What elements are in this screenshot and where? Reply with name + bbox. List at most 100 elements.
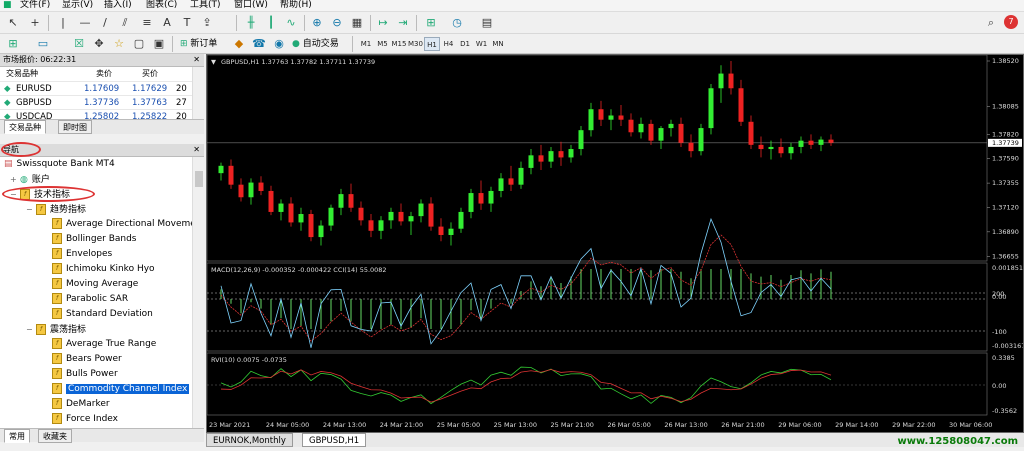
timeframe-h4[interactable]: H4 <box>441 37 457 51</box>
navigator-icon[interactable]: ☆ <box>112 37 126 51</box>
tree-item[interactable]: f Bollinger Bands <box>52 232 137 247</box>
timeframe-m1[interactable]: M1 <box>358 37 374 51</box>
close-icon[interactable]: ✕ <box>193 54 200 66</box>
tree-item[interactable]: f Standard Deviation <box>52 307 153 322</box>
expand-toggle-icon[interactable]: − <box>26 322 34 337</box>
tree-label: Bulls Power <box>66 369 118 379</box>
periods-icon[interactable]: ◷ <box>450 16 464 30</box>
menu-chart[interactable]: 图表(C) <box>146 0 177 11</box>
menu-help[interactable]: 帮助(H) <box>280 0 312 11</box>
tree-item[interactable]: f Parabolic SAR <box>52 292 128 307</box>
symbol-name: EURUSD <box>16 84 52 94</box>
tree-item[interactable]: f Commodity Channel Index <box>52 382 190 397</box>
chart-shift-icon[interactable]: ⇥ <box>396 16 410 30</box>
chart-canvas[interactable]: ▼ GBPUSD,H1 1.37763 1.37782 1.37711 1.377… <box>207 55 1023 432</box>
indicator-icon: f <box>52 308 62 319</box>
timeframe-m5[interactable]: M5 <box>375 37 391 51</box>
fibonacci-icon[interactable]: ≡ <box>140 16 154 30</box>
crosshair-icon[interactable]: + <box>28 16 42 30</box>
close-icon[interactable]: ✕ <box>193 144 200 156</box>
horizontal-line-icon[interactable]: — <box>78 16 92 30</box>
expand-toggle-icon[interactable]: − <box>26 202 34 217</box>
menu-tools[interactable]: 工具(T) <box>190 0 221 11</box>
tree-item[interactable]: f Envelopes <box>52 247 112 262</box>
label-icon[interactable]: T <box>180 16 194 30</box>
indicators-icon[interactable]: ⊞ <box>424 16 438 30</box>
column-header-ask[interactable]: 买价 <box>142 67 158 81</box>
column-header-bid[interactable]: 卖价 <box>96 67 112 81</box>
line-chart-icon[interactable]: ∿ <box>284 16 298 30</box>
vps-icon[interactable]: ◉ <box>272 37 286 51</box>
timeframe-m15[interactable]: M15 <box>391 37 407 51</box>
column-header-symbol[interactable]: 交易品种 <box>6 67 38 81</box>
chat-icon[interactable]: ☎ <box>252 37 266 51</box>
tree-item[interactable]: f Moving Average <box>52 277 138 292</box>
tree-label: Average Directional Movement Index <box>66 219 192 229</box>
tree-item[interactable]: f Ichimoku Kinko Hyo <box>52 262 155 277</box>
tree-item[interactable]: f Bulls Power <box>52 367 118 382</box>
tree-item[interactable]: f Force Index <box>52 412 118 427</box>
candle-body <box>498 178 504 191</box>
data-window-icon[interactable]: ✥ <box>92 37 106 51</box>
tab-symbols[interactable]: 交易品种 <box>4 120 46 134</box>
templates-icon[interactable]: ▤ <box>480 16 494 30</box>
tree-broker[interactable]: ▤ Swissquote Bank MT4 <box>4 157 115 172</box>
market-watch-row[interactable]: ◆ EURUSD 1.17609 1.17629 20 <box>0 81 204 95</box>
tab-common[interactable]: 常用 <box>4 429 30 443</box>
new-chart-icon[interactable]: ⊞ <box>6 37 20 51</box>
scrollbar-thumb[interactable] <box>195 171 203 187</box>
timeframe-m30[interactable]: M30 <box>408 37 424 51</box>
market-watch-row[interactable]: ◆ GBPUSD 1.37736 1.37763 27 <box>0 95 204 109</box>
profiles-icon[interactable]: ▭ <box>36 37 50 51</box>
metaeditor-icon[interactable]: ◆ <box>232 37 246 51</box>
market-watch-scrollbar[interactable] <box>192 67 204 119</box>
tree-oscillator-group[interactable]: − f 震荡指标 <box>26 322 86 337</box>
zoom-out-icon[interactable]: ⊖ <box>330 16 344 30</box>
tree-item[interactable]: f Average Directional Movement Index <box>52 217 192 232</box>
candle-chart-icon[interactable]: ┃ <box>264 16 278 30</box>
notifications-badge[interactable]: 7 <box>1004 15 1018 29</box>
expand-toggle-icon[interactable]: + <box>10 172 18 187</box>
tile-windows-icon[interactable]: ▦ <box>350 16 364 30</box>
tree-item[interactable]: f Bears Power <box>52 352 122 367</box>
timeframe-h1[interactable]: H1 <box>424 37 440 51</box>
tree-label: DeMarker <box>66 399 110 409</box>
zoom-in-icon[interactable]: ⊕ <box>310 16 324 30</box>
chart-tab-eurnok[interactable]: EURNOK,Monthly <box>206 433 293 447</box>
terminal-icon[interactable]: ▢ <box>132 37 146 51</box>
tree-accounts[interactable]: + ◍ 账户 <box>10 172 50 187</box>
arrows-icon[interactable]: ⇪ <box>200 16 214 30</box>
menu-file[interactable]: 文件(F) <box>20 0 50 11</box>
chart-window[interactable]: ▼ GBPUSD,H1 1.37763 1.37782 1.37711 1.377… <box>206 54 1024 433</box>
menu-window[interactable]: 窗口(W) <box>234 0 268 11</box>
market-watch-row[interactable]: ◆ USDCAD 1.25802 1.25822 20 <box>0 109 204 119</box>
navigator-scrollbar[interactable] <box>192 157 204 428</box>
timeframe-mn[interactable]: MN <box>490 37 506 51</box>
channel-icon[interactable]: ⫽ <box>118 16 132 30</box>
tab-favorites[interactable]: 收藏夹 <box>38 429 72 443</box>
timeframe-w1[interactable]: W1 <box>474 37 490 51</box>
new-order-button[interactable]: ⊞ 新订单 <box>180 36 217 52</box>
menu-view[interactable]: 显示(V) <box>62 0 93 11</box>
auto-scroll-icon[interactable]: ↦ <box>376 16 390 30</box>
market-watch-icon[interactable]: ☒ <box>72 37 86 51</box>
time-axis-label: 29 Mar 22:00 <box>892 421 935 429</box>
chart-tab-gbpusd[interactable]: GBPUSD,H1 <box>302 433 367 447</box>
tab-tick-chart[interactable]: 即时图 <box>58 120 92 134</box>
timeframe-d1[interactable]: D1 <box>457 37 473 51</box>
tree-item[interactable]: f DeMarker <box>52 397 110 412</box>
tree-item[interactable]: f Average True Range <box>52 337 156 352</box>
candle-body <box>818 139 824 145</box>
candle-body <box>458 211 464 229</box>
vertical-line-icon[interactable]: | <box>56 16 70 30</box>
search-icon[interactable]: ⌕ <box>984 16 998 30</box>
auto-trading-button[interactable]: ● 自动交易 <box>292 36 339 52</box>
bar-chart-icon[interactable]: ╫ <box>244 16 258 30</box>
tester-icon[interactable]: ▣ <box>152 37 166 51</box>
text-icon[interactable]: A <box>160 16 174 30</box>
tree-trend-group[interactable]: − f 趋势指标 <box>26 202 86 217</box>
menu-insert[interactable]: 插入(I) <box>104 0 132 11</box>
candle-body <box>698 128 704 152</box>
cursor-icon[interactable]: ↖ <box>6 16 20 30</box>
trendline-icon[interactable]: / <box>98 16 112 30</box>
